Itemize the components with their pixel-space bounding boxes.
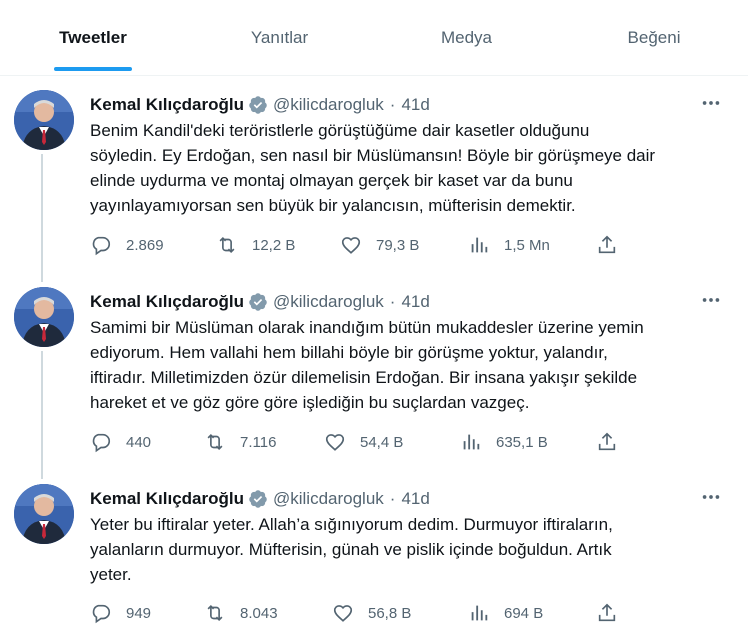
views-icon [471, 237, 488, 253]
retweet-button[interactable]: 7.116 [204, 430, 276, 454]
reply-count: 949 [126, 604, 152, 622]
reply-icon [92, 604, 111, 624]
avatar[interactable] [14, 90, 74, 150]
tweet-actions: 949 8.043 56,8 B 694 B [90, 601, 730, 625]
reply-button[interactable]: 949 [90, 601, 151, 625]
separator-dot: · [389, 95, 396, 114]
separator-dot: · [389, 292, 396, 311]
author-handle[interactable]: @kilicdarogluk [273, 95, 384, 115]
retweet-icon [207, 604, 223, 622]
tweet-text-line: yalanların durmuyor. Müfterisin, günah v… [90, 540, 612, 559]
retweet-icon [219, 236, 235, 254]
retweet-button[interactable]: 12,2 B [216, 233, 295, 257]
tweet-text-line: Yeter bu iftiralar yeter. Allah’a sığını… [90, 515, 613, 534]
share-button[interactable] [596, 233, 618, 257]
tweet-time[interactable]: 41d [401, 95, 429, 115]
retweet-icon [207, 433, 223, 451]
like-count: 79,3 B [376, 236, 420, 254]
tweet-text-line: elinde uydurma ve montaj olmayan gerçek … [90, 171, 573, 190]
views-button[interactable]: 694 B [468, 601, 543, 625]
share-button[interactable] [596, 430, 618, 454]
reply-button[interactable]: 440 [90, 430, 151, 454]
verified-badge-icon [248, 489, 268, 509]
more-icon[interactable] [696, 486, 726, 508]
tab-tweets[interactable]: Tweetler [0, 0, 186, 76]
like-button[interactable]: 56,8 B [332, 601, 411, 625]
tweet-actions: 440 7.116 54,4 B 635,1 B [90, 430, 730, 454]
tweet-text-line: iftiradır. Milletimizden özür dilemelisi… [90, 368, 638, 387]
author-name[interactable]: Kemal Kılıçdaroğlu [90, 292, 244, 312]
views-icon [471, 605, 488, 621]
views-icon [463, 434, 480, 450]
author-handle[interactable]: @kilicdarogluk [273, 292, 384, 312]
author-name[interactable]: Kemal Kılıçdaroğlu [90, 95, 244, 115]
like-count: 54,4 B [360, 433, 404, 451]
verified-badge-icon [248, 95, 268, 115]
like-button[interactable]: 54,4 B [324, 430, 403, 454]
avatar-photo [14, 287, 74, 347]
tweet-text-line: söyledin. Ey Erdoğan, sen nasıl bir Müsl… [90, 146, 656, 165]
author-handle[interactable]: @kilicdarogluk [273, 489, 384, 509]
tweet-text-line: Benim Kandil'deki teröristlerle görüştüğ… [90, 121, 590, 140]
verified-badge-icon [248, 292, 268, 312]
tweet-text: Benim Kandil'deki teröristlerle görüştüğ… [90, 118, 730, 218]
share-icon [598, 235, 616, 254]
tweet[interactable]: Kemal Kılıçdaroğlu @kilicdarogluk · 41d … [0, 287, 748, 472]
tweet[interactable]: Kemal Kılıçdaroğlu @kilicdarogluk · 41d … [0, 90, 748, 275]
tweet-text-line: yayınlayamıyorsan sen büyük bir yalancıs… [90, 196, 576, 215]
views-count: 635,1 B [496, 433, 548, 451]
tweet-text-line: hareket et ve göz göre göre işlediğin bu… [90, 393, 530, 412]
active-tab-indicator [54, 67, 132, 71]
tweet-header: Kemal Kılıçdaroğlu @kilicdarogluk · 41d [90, 94, 430, 116]
like-icon [333, 605, 353, 622]
tweet-text: Yeter bu iftiralar yeter. Allah’a sığını… [90, 512, 730, 587]
tweet-header: Kemal Kılıçdaroğlu @kilicdarogluk · 41d [90, 291, 430, 313]
retweet-button[interactable]: 8.043 [204, 601, 278, 625]
tab-media[interactable]: Medya [373, 0, 560, 76]
reply-button[interactable]: 2.869 [90, 233, 164, 257]
tweet-header: Kemal Kılıçdaroğlu @kilicdarogluk · 41d [90, 488, 430, 510]
reply-icon [92, 433, 111, 453]
views-button[interactable]: 635,1 B [460, 430, 548, 454]
views-count: 1,5 Mn [504, 236, 550, 254]
tweet-text-line: ediyorum. Hem vallahi hem billahi böyle … [90, 343, 608, 362]
tweet-time[interactable]: 41d [401, 489, 429, 509]
avatar[interactable] [14, 484, 74, 544]
like-icon [325, 434, 345, 451]
views-count: 694 B [504, 604, 544, 622]
avatar-photo [14, 484, 74, 544]
like-icon [341, 237, 361, 254]
retweet-count: 8.043 [240, 604, 278, 622]
reply-count: 2.869 [126, 236, 164, 254]
like-count: 56,8 B [368, 604, 412, 622]
tweet-time[interactable]: 41d [401, 292, 429, 312]
like-button[interactable]: 79,3 B [340, 233, 419, 257]
more-icon[interactable] [696, 92, 726, 114]
tweet-text-line: yeter. [90, 565, 132, 584]
more-icon[interactable] [696, 289, 726, 311]
views-button[interactable]: 1,5 Mn [468, 233, 550, 257]
retweet-count: 12,2 B [252, 236, 296, 254]
avatar-photo [14, 90, 74, 150]
share-icon [598, 432, 616, 451]
retweet-count: 7.116 [240, 433, 277, 451]
separator-dot: · [389, 489, 396, 508]
tweet-text-line: Samimi bir Müslüman olarak inandığım büt… [90, 318, 644, 337]
avatar[interactable] [14, 287, 74, 347]
tweet-actions: 2.869 12,2 B 79,3 B 1,5 Mn [90, 233, 730, 257]
reply-icon [92, 236, 111, 256]
share-button[interactable] [596, 601, 618, 625]
author-name[interactable]: Kemal Kılıçdaroğlu [90, 489, 244, 509]
tweet[interactable]: Kemal Kılıçdaroğlu @kilicdarogluk · 41d … [0, 484, 748, 634]
reply-count: 440 [126, 433, 152, 451]
tab-likes[interactable]: Beğeni [560, 0, 748, 76]
profile-tabs: Tweetler Yanıtlar Medya Beğeni [0, 0, 748, 76]
tweet-text: Samimi bir Müslüman olarak inandığım büt… [90, 315, 730, 415]
share-icon [598, 603, 616, 622]
tab-replies[interactable]: Yanıtlar [186, 0, 373, 76]
